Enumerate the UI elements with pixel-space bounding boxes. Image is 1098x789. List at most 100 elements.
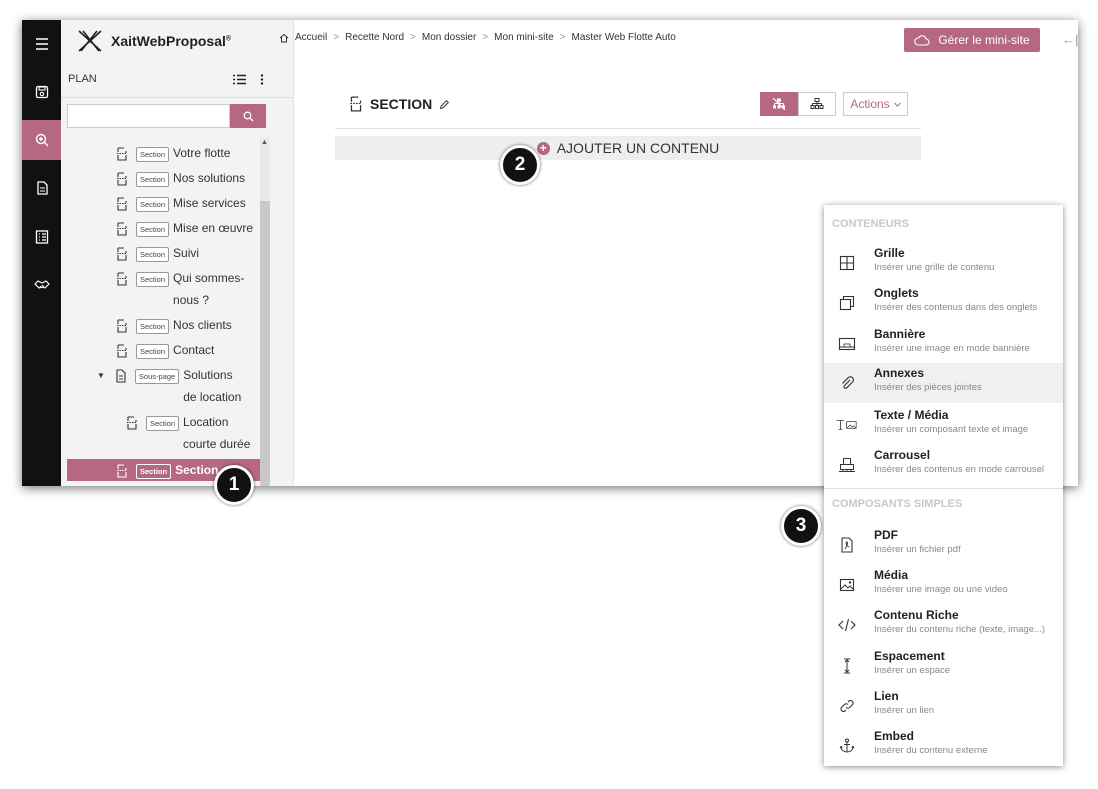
zoom-button[interactable] xyxy=(22,120,61,160)
tree-item-label: Mise services xyxy=(173,196,246,210)
cloud-icon xyxy=(914,34,930,46)
tree-item[interactable]: Section Qui sommes-nous ? xyxy=(116,271,244,315)
menu-item-title: Texte / Média xyxy=(874,408,949,422)
breadcrumb: Accueil > Recette Nord > Mon dossier > M… xyxy=(279,32,676,43)
section-icon xyxy=(117,222,127,236)
callout-1: 1 xyxy=(214,465,254,505)
menu-item-contenu-riche[interactable]: Contenu Riche Insérer du contenu riche (… xyxy=(824,605,1063,645)
tree-item-label: Qui sommes-nous ? xyxy=(173,271,245,307)
section-icon xyxy=(117,172,127,186)
insert-content-menu: CONTENEURS Grille Insérer une grille de … xyxy=(824,205,1063,766)
tree-item-subpage[interactable]: ▼ Sous-page Solutions de location xyxy=(97,368,241,412)
callout-3: 3 xyxy=(781,506,821,546)
menu-item-title: Contenu Riche xyxy=(874,608,959,622)
menu-item-grille[interactable]: Grille Insérer une grille de contenu xyxy=(824,243,1063,283)
pencil-icon[interactable] xyxy=(439,99,450,110)
link-icon xyxy=(840,699,854,713)
menu-item-onglets[interactable]: Onglets Insérer des contenus dans des on… xyxy=(824,283,1063,323)
section-icon xyxy=(117,344,127,358)
menu-item-title: Carrousel xyxy=(874,448,931,462)
hamburger-icon xyxy=(35,38,48,50)
actions-dropdown[interactable]: Actions xyxy=(843,92,908,116)
paperclip-icon xyxy=(842,376,854,389)
tree-item[interactable]: Section Contact xyxy=(116,343,214,365)
tree-item[interactable]: Section Nos solutions xyxy=(116,171,245,193)
tree-item-label: Suivi xyxy=(173,246,200,260)
handshake-button[interactable] xyxy=(22,265,61,305)
tree-item[interactable]: Section Nos clients xyxy=(116,318,232,340)
breadcrumb-separator: > xyxy=(482,32,489,43)
menu-item-espacement[interactable]: Espacement Insérer un espace xyxy=(824,646,1063,686)
tree-item[interactable]: Section Votre flotte xyxy=(116,146,230,168)
handshake-icon xyxy=(33,280,50,289)
page-icon xyxy=(116,369,126,383)
actions-label: Actions xyxy=(850,97,890,111)
scrollbar-thumb[interactable] xyxy=(260,201,270,486)
menu-item-title: Grille xyxy=(874,246,905,260)
menu-item-annexes[interactable]: Annexes Insérer des pièces jointes xyxy=(824,363,1063,403)
tree-item[interactable]: Section Location courte durée xyxy=(126,415,250,459)
breadcrumb-item[interactable]: Recette Nord xyxy=(345,32,404,43)
menu-item-media[interactable]: Média Insérer une image ou une video xyxy=(824,565,1063,605)
search-button[interactable] xyxy=(230,104,266,128)
breadcrumb-item[interactable]: Master Web Flotte Auto xyxy=(571,32,675,43)
section-badge: Section xyxy=(136,344,170,359)
section-title: SECTION xyxy=(370,96,433,112)
checklist-button[interactable] xyxy=(22,217,61,257)
plan-search-input[interactable] xyxy=(67,104,230,128)
document-button[interactable] xyxy=(22,168,61,208)
section-badge: Section xyxy=(136,464,172,479)
hierarchy-icon xyxy=(810,98,824,109)
menu-item-banniere[interactable]: Bannière Insérer une image en mode banni… xyxy=(824,324,1063,364)
zoom-icon xyxy=(35,133,48,147)
tree-item-label: Location courte durée xyxy=(183,415,251,451)
hierarchy-toggle[interactable] xyxy=(798,92,836,116)
scroll-up-arrow-icon[interactable]: ▲ xyxy=(261,139,268,146)
breadcrumb-separator: > xyxy=(410,32,416,43)
menu-item-desc: Insérer des pièces jointes xyxy=(874,382,982,393)
more-vertical-icon[interactable] xyxy=(260,73,264,85)
menu-item-desc: Insérer une image en mode bannière xyxy=(874,343,1030,354)
breadcrumb-item[interactable]: Mon dossier xyxy=(422,32,476,43)
list-view-icon[interactable] xyxy=(233,74,246,85)
section-icon xyxy=(117,147,127,161)
menu-item-embed[interactable]: Embed Insérer du contenu externe xyxy=(824,726,1063,766)
menu-item-desc: Insérer du contenu riche (texte, image..… xyxy=(874,624,1046,635)
tree-item-label: Mise en œuvre xyxy=(173,221,254,235)
grid-icon xyxy=(839,255,855,271)
menu-item-carrousel[interactable]: Carrousel Insérer des contenus en mode c… xyxy=(824,445,1063,485)
view-toggle xyxy=(760,92,836,116)
breadcrumb-item[interactable]: Accueil xyxy=(295,32,327,43)
section-badge: Section xyxy=(136,319,170,334)
collapse-panel-button[interactable]: ←| xyxy=(1062,32,1078,47)
divider xyxy=(61,97,293,98)
section-icon xyxy=(117,272,127,286)
tree-item[interactable]: Section Suivi xyxy=(116,246,199,268)
hamburger-menu-button[interactable] xyxy=(22,24,61,64)
tree-item[interactable]: Section Mise services xyxy=(116,196,246,218)
menu-item-texte-media[interactable]: Texte / Média Insérer un composant texte… xyxy=(824,405,1063,445)
breadcrumb-separator: > xyxy=(559,32,566,43)
manage-minisite-button[interactable]: Gérer le mini-site xyxy=(904,28,1040,52)
menu-item-pdf[interactable]: PDF Insérer un fichier pdf xyxy=(824,525,1063,565)
section-icon xyxy=(350,96,362,112)
callout-2: 2 xyxy=(500,145,540,185)
add-content-button[interactable]: + AJOUTER UN CONTENU xyxy=(335,136,921,160)
document-icon xyxy=(36,181,48,195)
tree-item-label: Section xyxy=(175,463,219,477)
section-icon xyxy=(117,464,127,478)
tree-item-label: Nos solutions xyxy=(173,171,246,185)
breadcrumb-item[interactable]: Mon mini-site xyxy=(494,32,553,43)
hierarchy-hidden-toggle[interactable] xyxy=(760,92,798,116)
save-icon xyxy=(35,85,48,99)
home-icon xyxy=(279,33,289,42)
menu-category-simple: COMPOSANTS SIMPLES xyxy=(832,498,963,510)
tree-item[interactable]: Section Mise en œuvre xyxy=(116,221,253,243)
code-icon xyxy=(838,618,856,632)
caret-down-icon[interactable]: ▼ xyxy=(97,371,105,380)
save-button[interactable] xyxy=(22,72,61,112)
plan-header: PLAN xyxy=(68,73,264,85)
menu-item-lien[interactable]: Lien Insérer un lien xyxy=(824,686,1063,726)
menu-item-title: Média xyxy=(874,568,909,582)
app-name: XaitWebProposal® xyxy=(111,33,232,49)
